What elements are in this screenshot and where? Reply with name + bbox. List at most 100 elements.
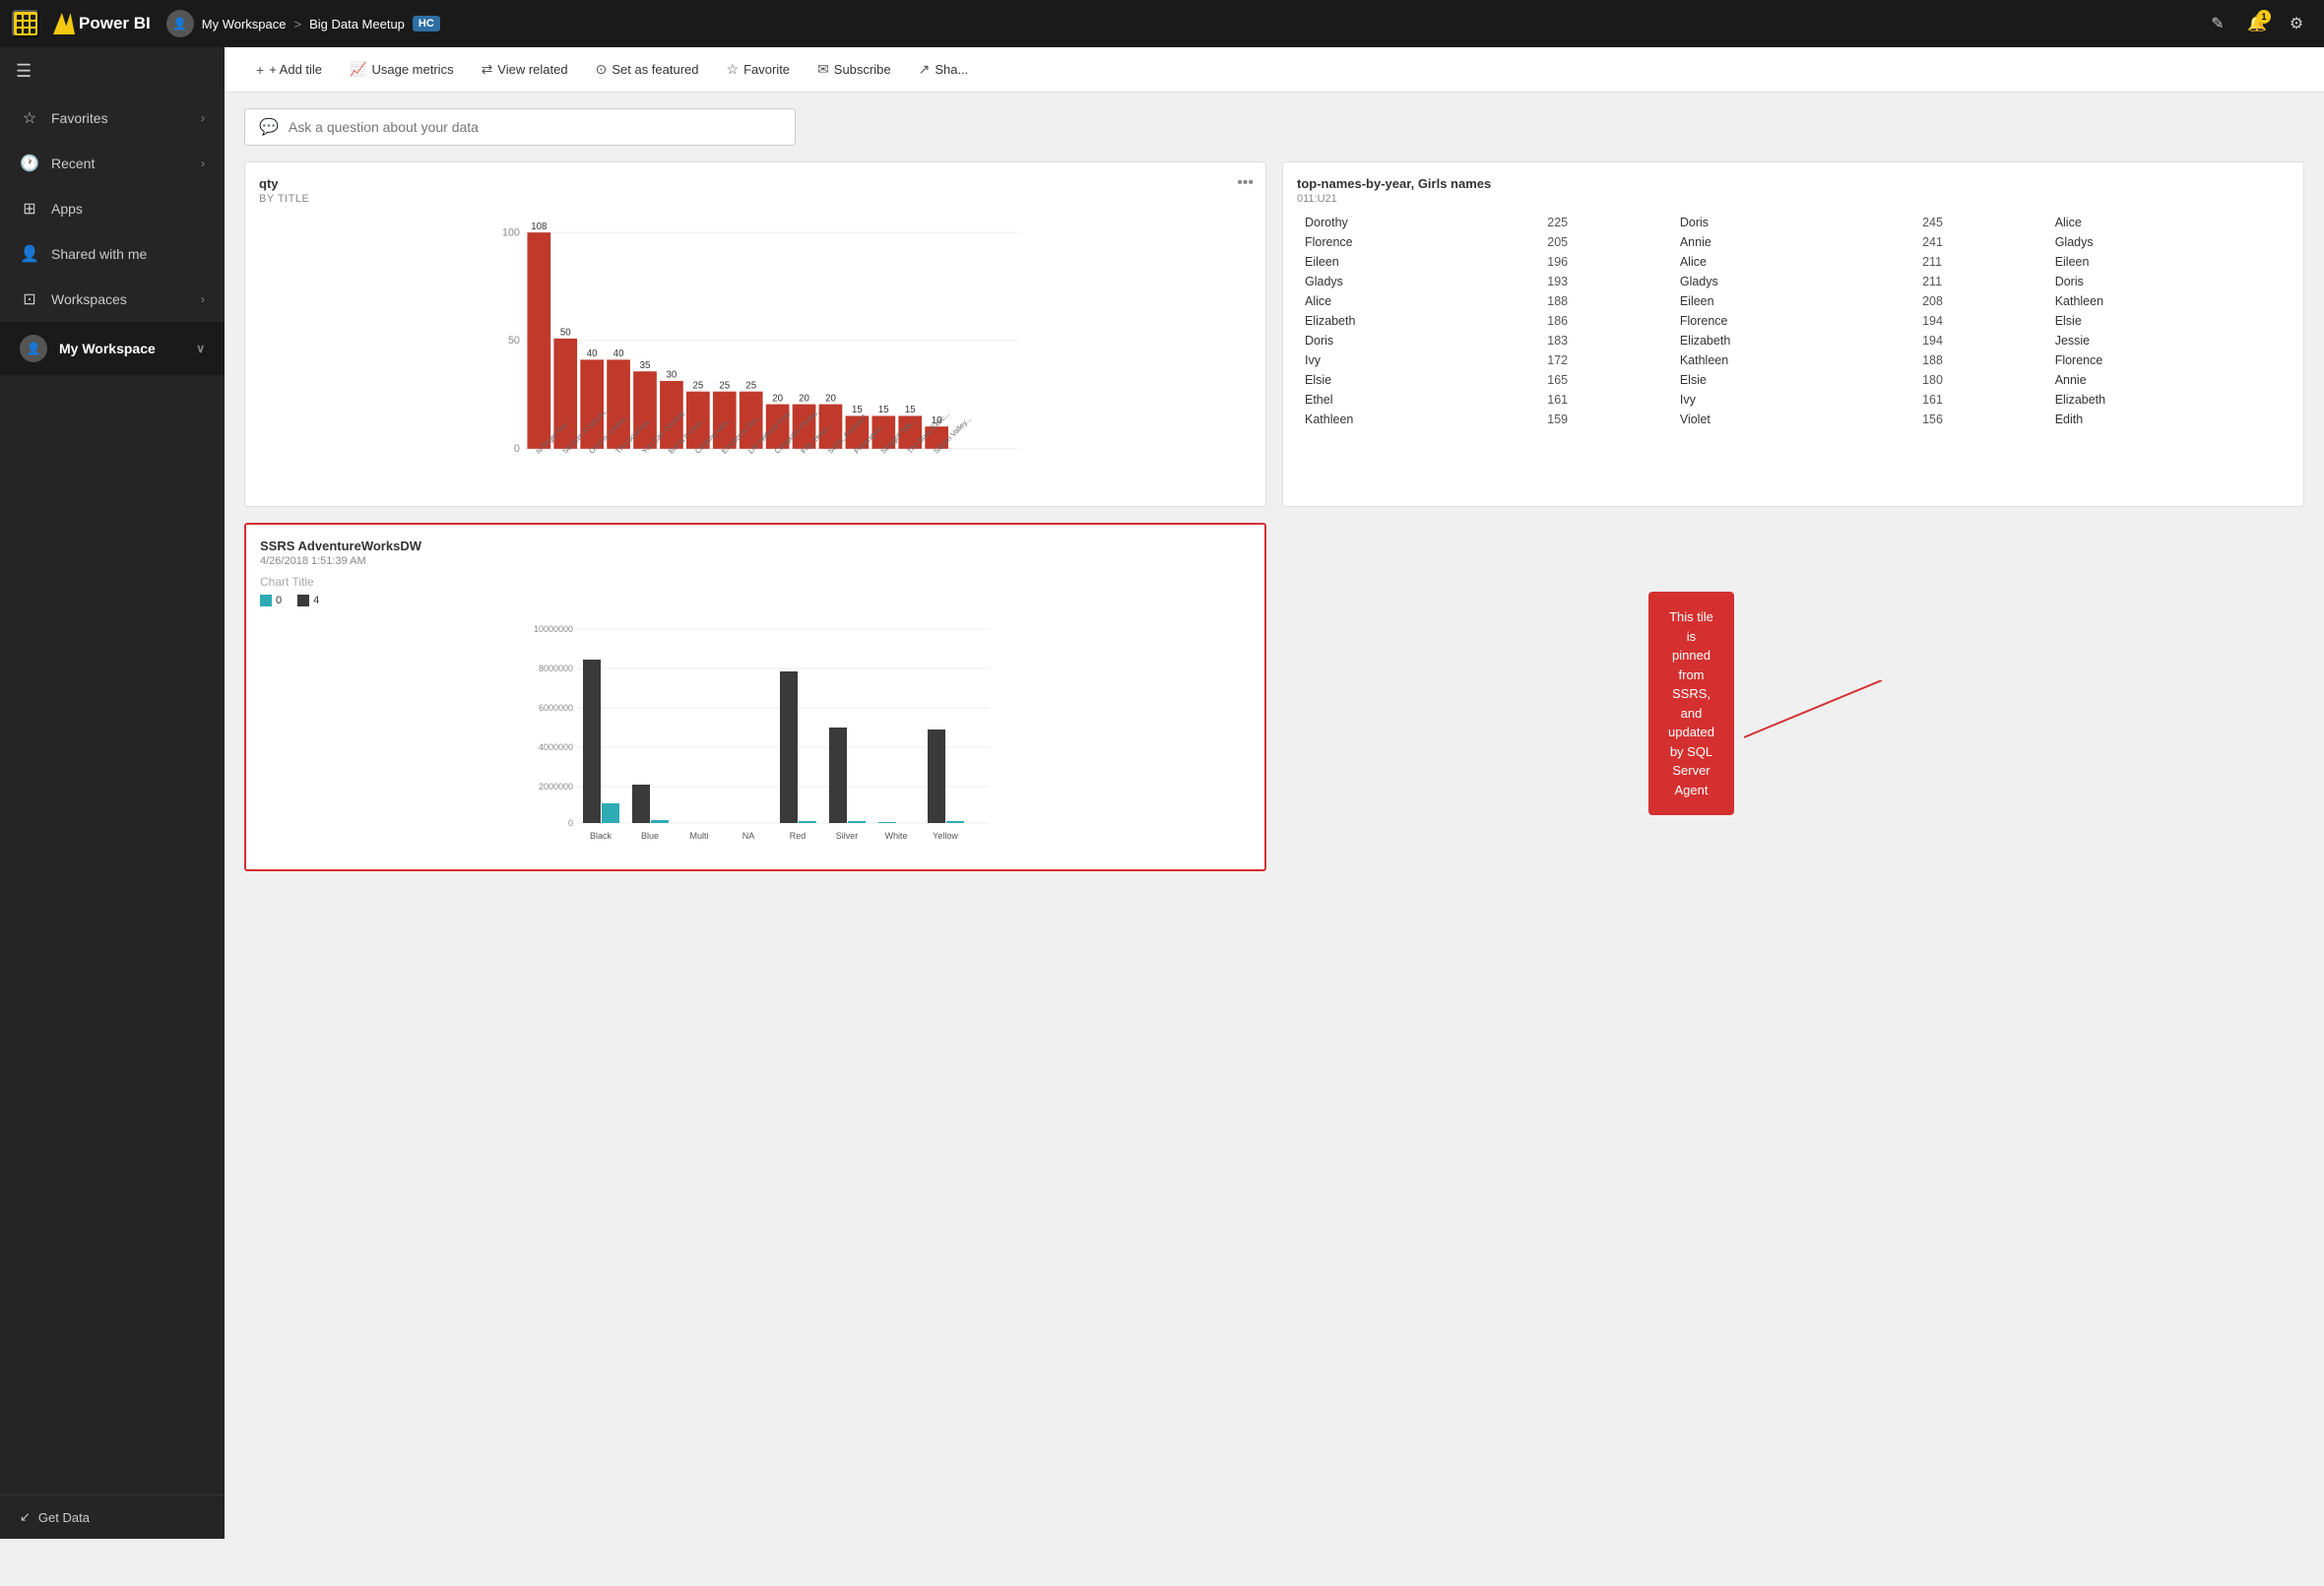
set-as-featured-label: Set as featured [612, 62, 698, 77]
svg-text:40: 40 [587, 349, 598, 359]
svg-text:25: 25 [745, 380, 756, 391]
add-tile-label: + Add tile [269, 62, 322, 77]
svg-text:50: 50 [560, 328, 571, 339]
tiles-bottom-row: SSRS AdventureWorksDW 4/26/2018 1:51:39 … [244, 523, 2304, 871]
share-button[interactable]: ↗ Sha... [907, 55, 981, 84]
tile1-subtitle: BY TITLE [259, 193, 1252, 205]
breadcrumb-page[interactable]: Big Data Meetup [309, 17, 405, 32]
sidebar-item-shared-label: Shared with me [51, 246, 205, 262]
sidebar-item-apps[interactable]: ⊞ Apps [0, 186, 225, 231]
favorite-label: Favorite [743, 62, 790, 77]
sidebar-item-workspaces[interactable]: ⊡ Workspaces › [0, 277, 225, 322]
tile3-date: 4/26/2018 1:51:39 AM [260, 555, 1251, 567]
qa-input[interactable] [289, 119, 781, 135]
get-data-button[interactable]: ↙ Get Data [0, 1495, 225, 1539]
edit-icon: ✎ [2211, 14, 2224, 33]
action-bar: + + Add tile 📈 Usage metrics ⇄ View rela… [225, 47, 2324, 93]
bar-red-0 [799, 821, 816, 823]
table-row: Dorothy225 Doris245 Alice [1297, 213, 2290, 232]
sidebar-item-recent[interactable]: 🕐 Recent › [0, 141, 225, 186]
sidebar-item-favorites-label: Favorites [51, 110, 189, 126]
svg-text:50: 50 [508, 335, 520, 347]
callout-text: This tile is pinned from SSRS, and updat… [1668, 609, 1714, 797]
svg-text:30: 30 [667, 370, 678, 381]
svg-text:Black: Black [590, 831, 613, 841]
svg-text:NA: NA [742, 831, 755, 841]
user-badge: HC [413, 16, 440, 32]
app-name: Power BI [79, 14, 151, 33]
view-related-button[interactable]: ⇄ View related [470, 55, 580, 84]
bar-red-4 [780, 671, 798, 823]
names-table-tile: top-names-by-year, Girls names 011:U21 D… [1282, 161, 2304, 507]
favorite-button[interactable]: ☆ Favorite [715, 55, 803, 84]
subscribe-button[interactable]: ✉ Subscribe [806, 55, 903, 84]
tile1-menu-button[interactable]: ••• [1237, 174, 1254, 192]
star-icon: ☆ [20, 108, 39, 128]
gear-icon: ⚙ [2290, 14, 2303, 33]
svg-text:Yellow: Yellow [933, 831, 958, 841]
chevron-down-icon: ∨ [196, 342, 205, 355]
qa-bar[interactable]: 💬 [244, 108, 796, 146]
featured-icon: ⊙ [596, 61, 608, 78]
add-tile-button[interactable]: + + Add tile [244, 56, 334, 84]
get-data-label: Get Data [38, 1510, 90, 1525]
main-content: + + Add tile 📈 Usage metrics ⇄ View rela… [225, 47, 2324, 1539]
ssrs-tile: SSRS AdventureWorksDW 4/26/2018 1:51:39 … [244, 523, 1266, 871]
breadcrumb-separator: > [293, 17, 301, 32]
svg-text:Red: Red [790, 831, 807, 841]
table-row: Alice188 Eileen208 Kathleen [1297, 291, 2290, 311]
sidebar-menu-button[interactable]: ☰ [0, 47, 225, 95]
table-row: Doris183 Elizabeth194 Jessie [1297, 331, 2290, 350]
svg-text:0: 0 [568, 818, 573, 828]
chevron-right-icon: › [201, 111, 205, 125]
shared-icon: 👤 [20, 244, 39, 264]
legend-label-4: 4 [313, 595, 319, 606]
share-label: Sha... [935, 62, 968, 77]
legend-item-4: 4 [297, 595, 319, 606]
sidebar-item-my-workspace[interactable]: 👤 My Workspace ∨ [0, 322, 225, 375]
tile3-chart-title: Chart Title [260, 575, 1251, 589]
svg-text:15: 15 [905, 405, 916, 415]
bar-black-4 [583, 660, 601, 823]
callout-panel: This tile is pinned from SSRS, and updat… [1282, 523, 2304, 871]
related-icon: ⇄ [482, 61, 493, 78]
svg-text:35: 35 [640, 360, 651, 371]
tile2-title: top-names-by-year, Girls names [1297, 176, 2290, 191]
edit-button[interactable]: ✎ [2202, 8, 2233, 39]
sidebar-item-favorites[interactable]: ☆ Favorites › [0, 95, 225, 141]
bar-black-0 [602, 803, 619, 823]
legend-item-0: 0 [260, 595, 282, 606]
bar-yellow-0 [946, 821, 964, 823]
usage-metrics-button[interactable]: 📈 Usage metrics [338, 55, 466, 84]
breadcrumb-workspace[interactable]: My Workspace [202, 17, 287, 32]
dashboard-area: 💬 qty BY TITLE ••• 100 50 0 [225, 93, 2324, 1539]
table-row: Eileen196 Alice211 Eileen [1297, 252, 2290, 272]
bar-chart: 100 50 0 [259, 217, 1252, 492]
tile3-title: SSRS AdventureWorksDW [260, 539, 1251, 553]
svg-text:20: 20 [825, 393, 836, 404]
sidebar: ☰ ☆ Favorites › 🕐 Recent › ⊞ Apps 👤 Shar… [0, 47, 225, 1539]
bar-silver-4 [829, 728, 847, 823]
table-row: Elsie165 Elsie180 Annie [1297, 370, 2290, 390]
workspace-avatar: 👤 [20, 335, 47, 362]
app-layout: ☰ ☆ Favorites › 🕐 Recent › ⊞ Apps 👤 Shar… [0, 47, 2324, 1539]
sidebar-item-recent-label: Recent [51, 156, 189, 171]
sidebar-bottom: ↙ Get Data [0, 1494, 225, 1539]
app-launcher-button[interactable] [12, 10, 39, 37]
envelope-icon: ✉ [817, 61, 829, 78]
bar-white-0 [878, 822, 896, 823]
settings-button[interactable]: ⚙ [2281, 8, 2312, 39]
bar-0 [527, 232, 550, 449]
navbar-right-actions: ✎ 🔔 1 ⚙ [2202, 8, 2312, 39]
qa-icon: 💬 [259, 117, 279, 137]
legend-color-4 [297, 595, 309, 606]
set-as-featured-button[interactable]: ⊙ Set as featured [584, 55, 711, 84]
callout-tail-svg [1734, 680, 1911, 739]
breadcrumb: 👤 My Workspace > Big Data Meetup HC [166, 10, 440, 37]
sidebar-item-apps-label: Apps [51, 201, 205, 217]
sidebar-item-shared[interactable]: 👤 Shared with me [0, 231, 225, 277]
svg-text:White: White [884, 831, 907, 841]
notifications-button[interactable]: 🔔 1 [2241, 8, 2273, 39]
ssrs-callout: This tile is pinned from SSRS, and updat… [1648, 592, 1734, 815]
apps-icon: ⊞ [20, 199, 39, 219]
